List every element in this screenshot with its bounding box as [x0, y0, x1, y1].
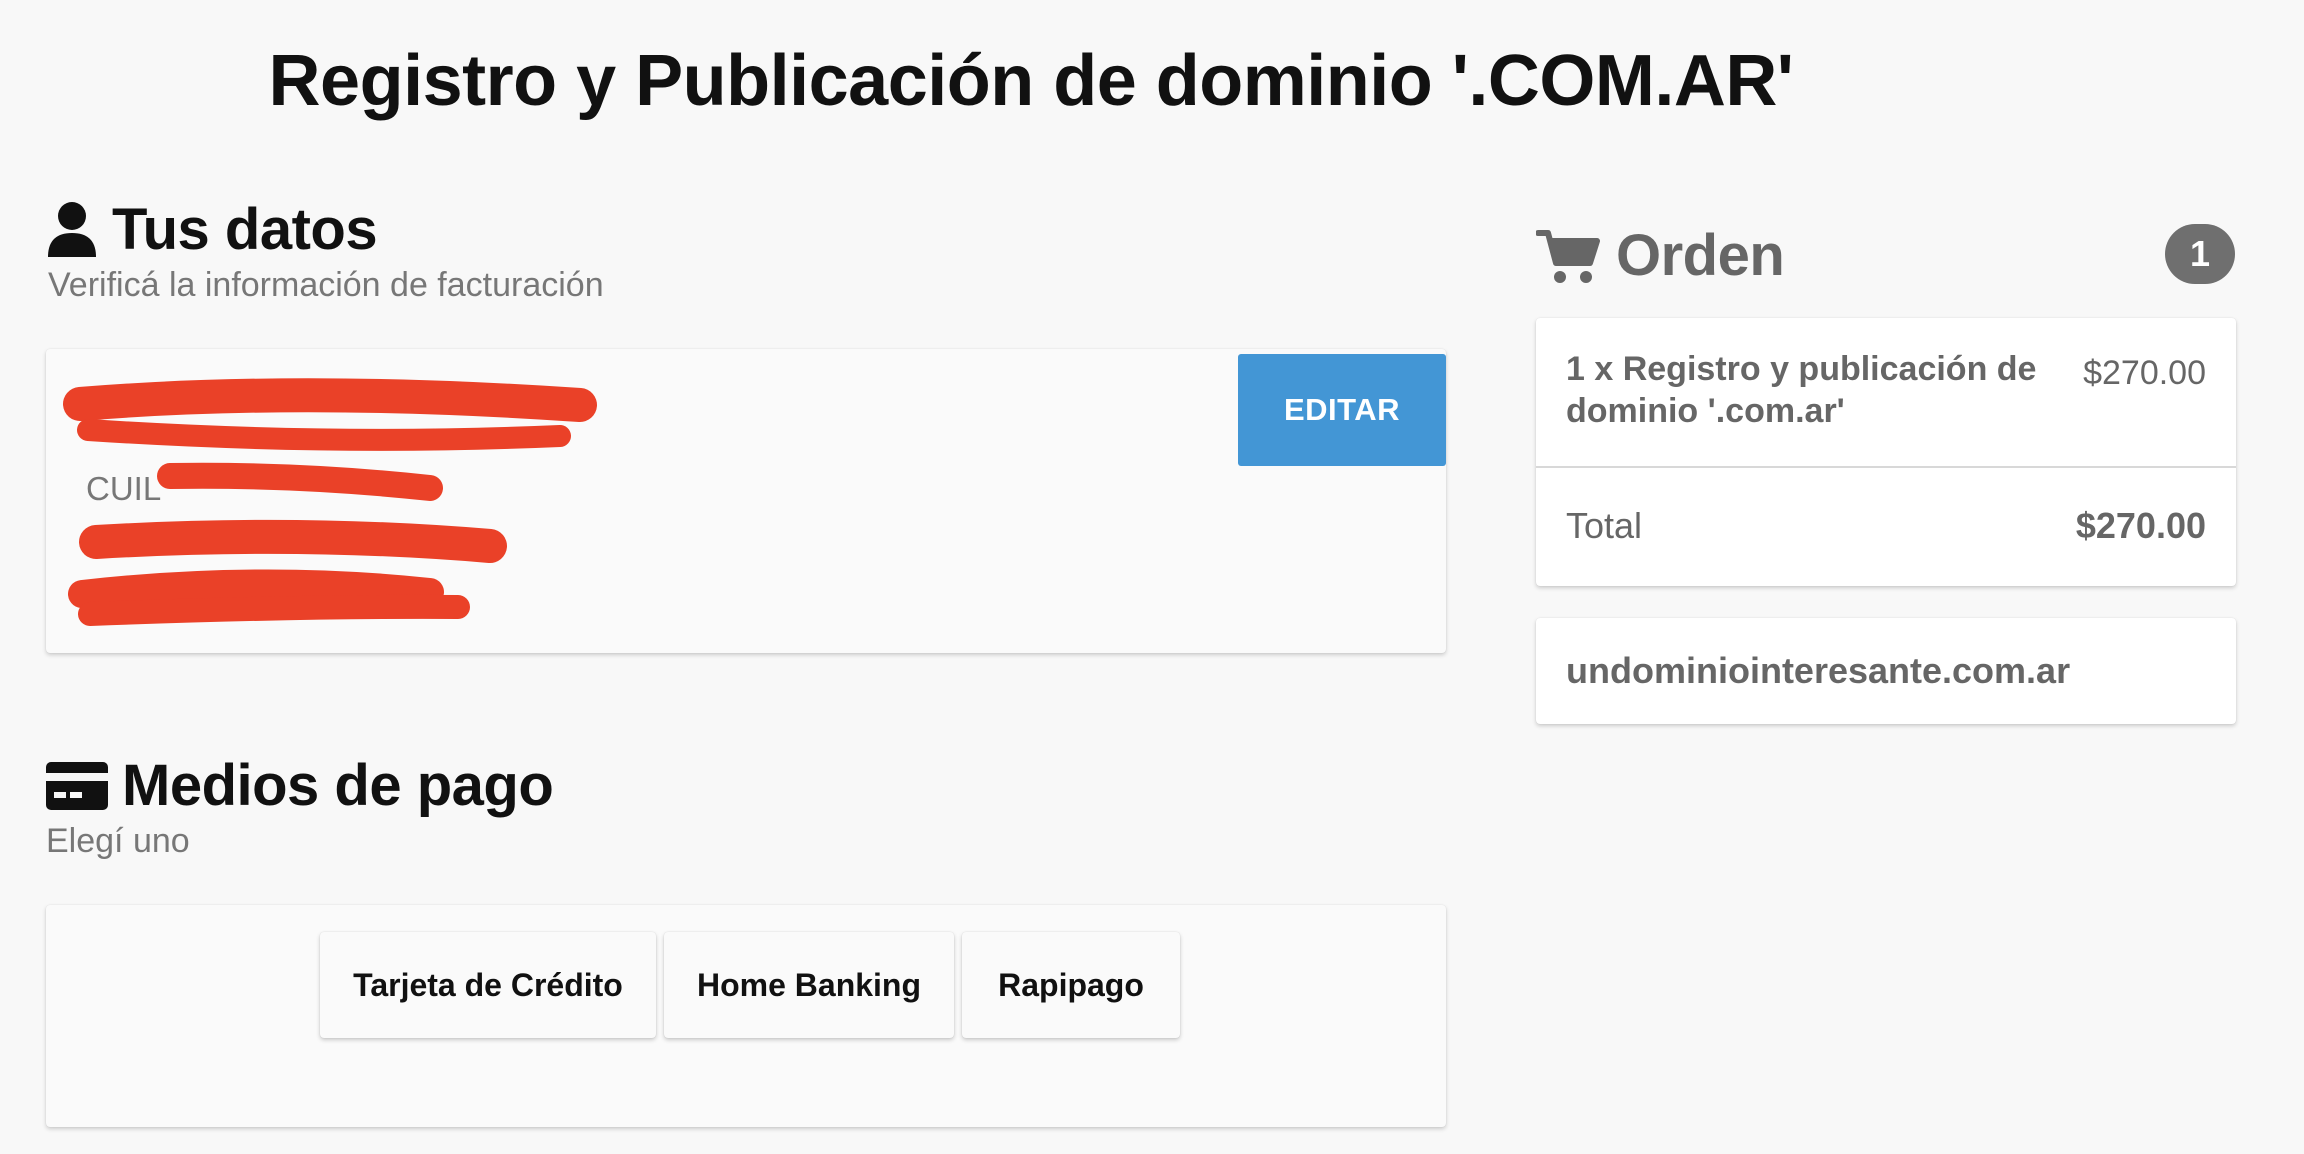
order-total-label: Total — [1566, 505, 1643, 546]
page-title: Registro y Publicación de dominio '.COM.… — [268, 41, 1794, 121]
credit-card-icon — [46, 761, 108, 810]
datos-subtitle: Verificá la información de facturación — [48, 266, 604, 304]
payment-method-rapipago-button[interactable]: Rapipago — [962, 932, 1180, 1038]
pago-subtitle: Elegí uno — [46, 822, 190, 860]
order-item-name: 1 x Registro y publicación de dominio '.… — [1566, 350, 2037, 430]
cart-icon — [1536, 227, 1600, 285]
checkout-page: Registro y Publicación de dominio '.COM.… — [0, 0, 2304, 1154]
order-summary-card: 1 x Registro y publicación de dominio '.… — [1536, 318, 2236, 586]
orden-heading: Orden — [1536, 222, 1785, 289]
pago-heading-text: Medios de pago — [122, 753, 554, 818]
order-item-price: $270.00 — [2083, 354, 2206, 392]
user-icon — [46, 201, 98, 259]
order-total-value: $270.00 — [2075, 505, 2206, 546]
orden-heading-text: Orden — [1616, 223, 1785, 288]
pago-heading: Medios de pago — [46, 752, 554, 819]
cuil-label: CUIL — [86, 470, 162, 507]
domain-card: undominiointeresante.com.ar — [1536, 618, 2236, 724]
order-divider — [1536, 466, 2236, 468]
payment-method-home-banking-button[interactable]: Home Banking — [664, 932, 954, 1038]
edit-button[interactable]: EDITAR — [1238, 354, 1446, 466]
billing-info-card — [46, 349, 1446, 653]
cart-count-badge: 1 — [2165, 224, 2235, 284]
domain-name: undominiointeresante.com.ar — [1566, 650, 2071, 691]
datos-heading-text: Tus datos — [112, 197, 378, 262]
datos-heading: Tus datos — [46, 196, 378, 263]
payment-method-tarjeta-button[interactable]: Tarjeta de Crédito — [320, 932, 656, 1038]
